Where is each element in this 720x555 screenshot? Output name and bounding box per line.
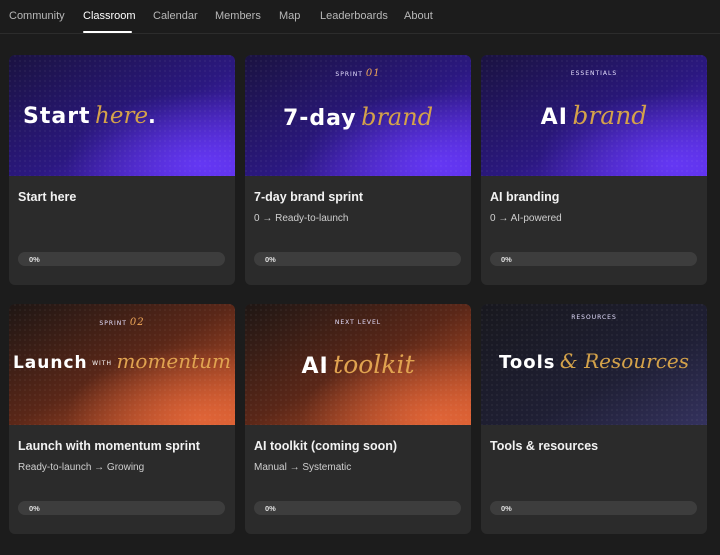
course-title: Start here — [18, 190, 77, 204]
course-banner: SPRINT 01 7-day brand — [245, 55, 471, 176]
progress-label: 0% — [501, 504, 512, 513]
course-title: Tools & resources — [490, 439, 599, 453]
banner-title: AI brand — [540, 101, 648, 130]
banner-kicker: NEXT LEVEL — [334, 319, 382, 326]
top-nav: Community Classroom Calendar Members Map… — [0, 0, 720, 34]
banner-kicker: RESOURCES — [571, 314, 617, 321]
progress-label: 0% — [501, 255, 512, 264]
tab-about[interactable]: About — [404, 10, 433, 22]
tab-members[interactable]: Members — [215, 10, 261, 22]
course-card-tools-resources[interactable]: RESOURCES Tools & Resources Tools & reso… — [481, 304, 707, 534]
active-tab-indicator — [83, 31, 132, 33]
course-subtitle: 0 → AI-powered — [490, 213, 562, 224]
course-banner: RESOURCES Tools & Resources — [481, 304, 707, 425]
progress-label: 0% — [29, 504, 40, 513]
tab-map[interactable]: Map — [279, 10, 300, 22]
progress-bar: 0% — [18, 501, 225, 515]
course-title: Launch with momentum sprint — [18, 439, 200, 453]
course-banner: Start here. — [9, 55, 235, 176]
course-banner: ESSENTIALS AI brand — [481, 55, 707, 176]
course-title: AI branding — [490, 190, 560, 204]
tab-classroom[interactable]: Classroom — [83, 10, 136, 22]
banner-title: Launch WITH momentum — [12, 349, 232, 373]
course-banner: SPRINT 02 Launch WITH momentum — [9, 304, 235, 425]
progress-label: 0% — [265, 504, 276, 513]
banner-kicker: SPRINT 01 — [335, 68, 381, 79]
tab-calendar[interactable]: Calendar — [153, 10, 198, 22]
course-title: 7-day brand sprint — [254, 190, 364, 204]
progress-bar: 0% — [18, 252, 225, 266]
progress-bar: 0% — [254, 501, 461, 515]
course-card-7-day-brand-sprint[interactable]: SPRINT 01 7-day brand 7-day brand sprint… — [245, 55, 471, 285]
banner-title: AI toolkit — [301, 350, 415, 379]
tab-leaderboards[interactable]: Leaderboards — [320, 10, 388, 22]
banner-title: 7-day brand — [282, 103, 434, 131]
progress-bar: 0% — [490, 252, 697, 266]
course-card-ai-branding[interactable]: ESSENTIALS AI brand AI branding 0 → AI-p… — [481, 55, 707, 285]
course-card-launch-with-momentum[interactable]: SPRINT 02 Launch WITH momentum Launch wi… — [9, 304, 235, 534]
course-title: AI toolkit (coming soon) — [254, 439, 398, 453]
banner-kicker: ESSENTIALS — [570, 70, 618, 77]
progress-bar: 0% — [490, 501, 697, 515]
course-banner: NEXT LEVEL AI toolkit — [245, 304, 471, 425]
course-subtitle: Ready-to-launch → Growing — [18, 462, 145, 473]
course-subtitle: Manual → Systematic — [254, 462, 352, 473]
banner-title: Tools & Resources — [498, 349, 690, 373]
banner-kicker: SPRINT 02 — [99, 317, 145, 328]
tab-community[interactable]: Community — [9, 10, 65, 22]
progress-bar: 0% — [254, 252, 461, 266]
course-subtitle: 0 → Ready-to-launch — [254, 213, 349, 224]
course-card-start-here[interactable]: Start here. Start here 0% — [9, 55, 235, 285]
progress-label: 0% — [265, 255, 276, 264]
progress-label: 0% — [29, 255, 40, 264]
course-card-ai-toolkit[interactable]: NEXT LEVEL AI toolkit AI toolkit (coming… — [245, 304, 471, 534]
banner-title: Start here. — [23, 103, 157, 129]
